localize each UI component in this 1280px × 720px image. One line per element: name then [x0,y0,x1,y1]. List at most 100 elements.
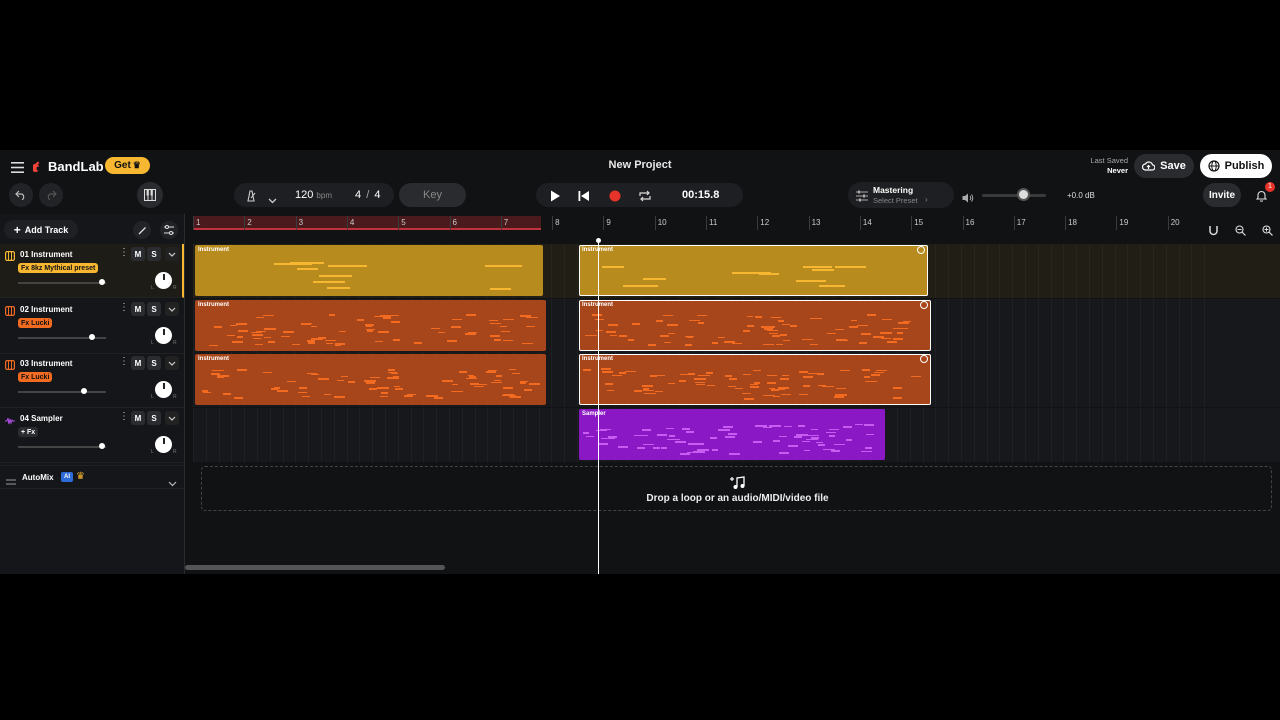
snap-icon[interactable] [1208,223,1219,241]
add-track-button[interactable]: + Add Track [4,220,78,239]
ruler-tick [398,216,400,230]
menu-icon[interactable] [11,160,24,173]
skip-to-start-icon[interactable] [578,189,590,207]
pan-knob[interactable] [155,381,172,398]
instrument-clip[interactable]: Instrument [195,354,546,405]
instrument-clip[interactable]: Instrument [579,354,931,405]
bandlab-logo[interactable]: BandLab [33,159,104,174]
save-button[interactable]: Save [1134,154,1194,178]
pan-left-mark: L [151,340,154,346]
fx-badge[interactable]: + Fx [18,427,39,437]
bell-icon[interactable] [1255,189,1268,207]
solo-button[interactable]: S [147,247,161,261]
solo-button[interactable]: S [147,302,161,316]
mute-button[interactable]: M [131,411,145,425]
mute-button[interactable]: M [131,356,145,370]
ruler-bar-number: 20 [1170,218,1180,227]
mute-button[interactable]: M [131,247,145,261]
expand-track-button[interactable] [165,411,179,425]
solo-button[interactable]: S [147,411,161,425]
track-header-3[interactable]: 03 Instrument ⋮ M S Fx Lucki L R [0,353,184,408]
fx-badge[interactable]: Fx 8kz Mythical preset [18,263,99,273]
track-volume-knob[interactable] [99,443,106,449]
loop-icon[interactable] [639,189,651,207]
horizontal-scrollbar[interactable] [185,565,445,570]
loop-clip-icon[interactable] [920,355,928,363]
track-type-icon [5,303,16,321]
cloud-upload-icon [1142,161,1156,171]
drop-zone-text: Drop a loop or an audio/MIDI/video file [646,493,829,504]
instrument-clip[interactable]: Instrument [579,245,928,296]
ruler-tick [757,216,759,230]
track-header-1[interactable]: 01 Instrument ⋮ M S Fx 8kz Mythical pres… [0,244,184,298]
project-title[interactable]: New Project [560,159,720,171]
chevron-down-icon [168,307,176,312]
more-icon[interactable]: ⋮ [119,247,129,258]
mastering-button[interactable]: Mastering Select Preset › [848,182,954,208]
mute-button[interactable]: M [131,302,145,316]
track-name[interactable]: 04 Sampler [20,414,63,423]
automation-button[interactable] [133,221,151,239]
master-volume-slider[interactable] [982,194,1046,197]
track-settings-button[interactable] [160,221,178,239]
more-icon[interactable]: ⋮ [119,356,129,367]
solo-button[interactable]: S [147,356,161,370]
expand-track-button[interactable] [165,247,179,261]
pan-knob[interactable] [155,272,172,289]
zoom-in-icon[interactable] [1262,223,1273,241]
instrument-clip[interactable]: Instrument [579,300,931,351]
metronome-icon[interactable] [245,189,257,207]
redo-button[interactable] [39,183,63,207]
track-volume-fader[interactable] [18,446,106,448]
tempo-value[interactable]: 120 bpm [295,189,332,201]
instrument-clip[interactable]: Instrument [195,245,543,296]
publish-button[interactable]: Publish [1200,154,1272,178]
pan-left-mark: L [151,394,154,400]
record-icon[interactable] [609,189,621,207]
save-label: Save [1160,160,1186,172]
fx-badge[interactable]: Fx Lucki [18,372,53,382]
invite-button[interactable]: Invite [1203,183,1241,207]
settings-icon [164,225,174,235]
loop-clip-icon[interactable] [917,246,925,254]
playhead-handle[interactable] [596,238,601,243]
track-volume-knob[interactable] [81,388,87,394]
panel-divider [184,214,185,574]
get-membership-button[interactable]: Get ♛ [105,157,150,174]
undo-button[interactable] [9,183,33,207]
more-icon[interactable]: ⋮ [119,411,129,422]
time-sig-numerator: 4 [355,189,362,201]
automix-row[interactable]: AutoMix AI ♛ [0,465,184,489]
fx-badge[interactable]: Fx Lucki [18,318,53,328]
sampler-clip[interactable]: Sampler [579,409,885,460]
chevron-down-icon[interactable] [268,191,277,209]
play-icon[interactable] [550,189,561,207]
track-header-2[interactable]: 02 Instrument ⋮ M S Fx Lucki L R [0,299,184,354]
track-volume-knob[interactable] [88,334,95,340]
expand-track-button[interactable] [165,356,179,370]
time-signature[interactable]: 4 / 4 [355,189,380,201]
loop-clip-icon[interactable] [920,301,928,309]
track-header-4[interactable]: 04 Sampler ⋮ M S + Fx L R [0,408,184,463]
pan-knob[interactable] [155,436,172,453]
track-volume-fader[interactable] [18,282,106,284]
ruler-bar-number: 19 [1119,218,1129,227]
playhead[interactable] [598,240,599,574]
track-volume-knob[interactable] [99,279,106,285]
more-icon[interactable]: ⋮ [119,302,129,313]
instrument-clip[interactable]: Instrument [195,300,546,351]
master-volume-knob[interactable] [1017,188,1030,201]
pan-knob[interactable] [155,327,172,344]
speaker-icon[interactable] [962,190,974,208]
zoom-out-icon[interactable] [1235,223,1246,241]
chevron-down-icon[interactable] [168,474,177,492]
track-name[interactable]: 03 Instrument [20,359,72,368]
track-volume-fader[interactable] [18,391,106,393]
expand-track-button[interactable] [165,302,179,316]
brand-name: BandLab [48,159,104,174]
keyboard-button[interactable] [137,182,163,208]
track-name[interactable]: 02 Instrument [20,305,72,314]
track-name[interactable]: 01 Instrument [20,250,72,259]
drop-zone[interactable]: Drop a loop or an audio/MIDI/video file [201,466,1272,511]
key-button[interactable]: Key [399,183,466,207]
